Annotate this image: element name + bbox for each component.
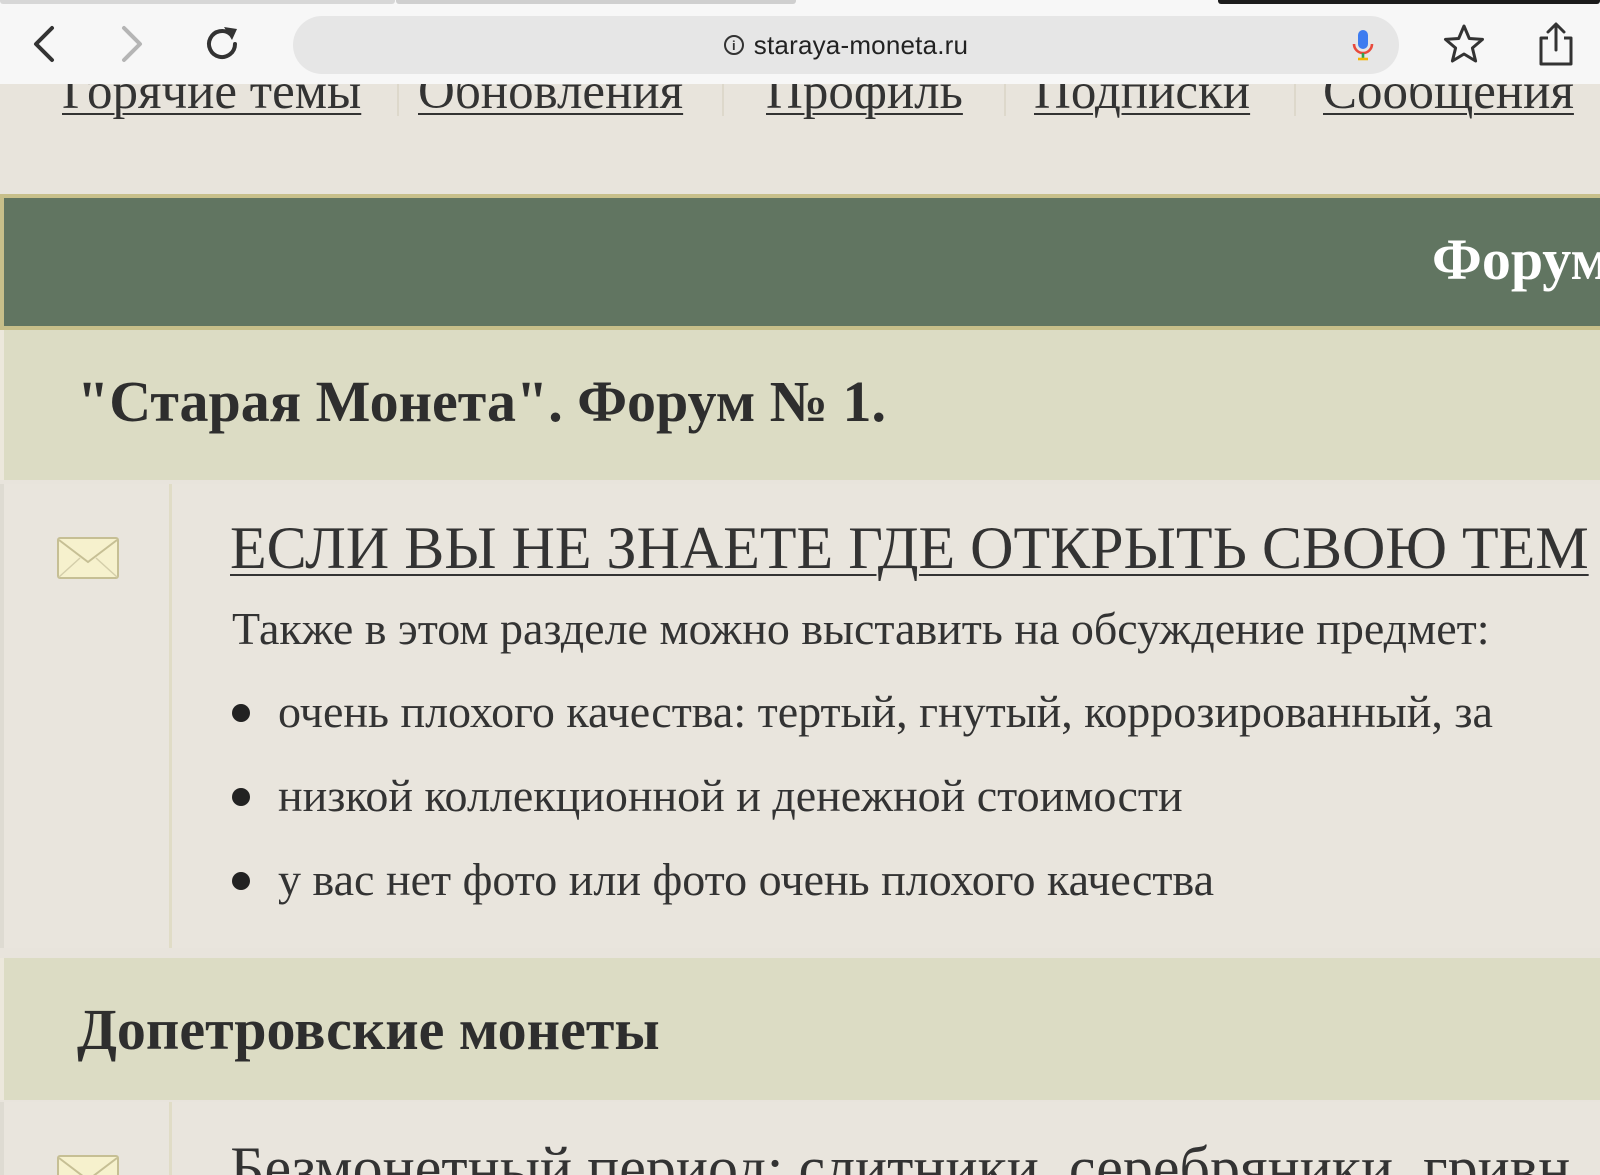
nav-separator <box>397 84 399 116</box>
info-icon[interactable]: i <box>723 35 744 55</box>
tab-indicator-active[interactable] <box>1218 0 1600 4</box>
forum-page: Горячие темы Обновления Профиль Подписки… <box>0 84 1600 1175</box>
forum-title-link[interactable]: ЕСЛИ ВЫ НЕ ЗНАЕТЕ ГДЕ ОТКРЫТЬ СВОЮ ТЕМ <box>230 514 1589 583</box>
nav-link-subscriptions[interactable]: Подписки <box>1034 84 1250 132</box>
nav-link-messages[interactable]: Сообщения <box>1323 84 1574 132</box>
nav-link-hot-topics[interactable]: Горячие темы <box>62 84 361 132</box>
forum-row: Безмонетный период: слитники, серебряник… <box>0 1102 1600 1175</box>
forum-description: Также в этом разделе можно выставить на … <box>232 603 1490 654</box>
tab-indicator[interactable] <box>0 0 395 4</box>
list-item: у вас нет фото или фото очень плохого ка… <box>230 852 1493 936</box>
list-item-text: низкой коллекционной и денежной стоимост… <box>278 770 1183 821</box>
list-item-text: очень плохого качества: тертый, гнутый, … <box>278 686 1493 737</box>
nav-separator <box>1294 84 1296 116</box>
forum-icon-cell <box>4 484 172 948</box>
forum-row: ЕСЛИ ВЫ НЕ ЗНАЕТЕ ГДЕ ОТКРЫТЬ СВОЮ ТЕМ Т… <box>0 484 1600 948</box>
share-icon <box>1539 22 1573 66</box>
forum-rules-list: очень плохого качества: тертый, гнутый, … <box>230 684 1493 936</box>
star-icon <box>1444 24 1484 63</box>
category-title: Допетровские монеты <box>77 997 660 1062</box>
list-item-text: у вас нет фото или фото очень плохого ка… <box>278 854 1214 905</box>
bookmark-button[interactable] <box>1442 22 1486 66</box>
bullet-icon <box>232 704 250 722</box>
banner-title: Форум <box>1432 227 1600 292</box>
category-title: "Старая Монета". Форум № 1. <box>77 369 887 434</box>
reload-icon <box>207 27 238 60</box>
address-bar[interactable]: i staraya-moneta.ru <box>293 16 1399 74</box>
tab-indicator[interactable] <box>396 0 796 4</box>
forward-button[interactable] <box>110 22 154 66</box>
back-button[interactable] <box>22 22 66 66</box>
list-item: низкой коллекционной и денежной стоимост… <box>230 768 1493 852</box>
forum-banner: Форум <box>0 194 1600 330</box>
browser-toolbar: i staraya-moneta.ru <box>0 0 1600 84</box>
envelope-icon <box>57 1155 119 1175</box>
forum-title-link[interactable]: Безмонетный период: слитники, серебряник… <box>230 1134 1570 1175</box>
forum-icon-cell <box>4 1102 172 1175</box>
nav-link-updates[interactable]: Обновления <box>418 84 683 132</box>
share-button[interactable] <box>1534 22 1578 66</box>
forum-nav: Горячие темы Обновления Профиль Подписки… <box>0 84 1600 162</box>
bullet-icon <box>232 788 250 806</box>
nav-link-profile[interactable]: Профиль <box>766 84 963 132</box>
nav-separator <box>722 84 724 116</box>
microphone-icon[interactable] <box>1345 27 1381 63</box>
envelope-icon <box>57 537 119 579</box>
chevron-right-icon <box>122 26 142 62</box>
reload-button[interactable] <box>200 22 244 66</box>
category-header: Допетровские монеты <box>0 958 1600 1100</box>
list-item: очень плохого качества: тертый, гнутый, … <box>230 684 1493 768</box>
bullet-icon <box>232 872 250 890</box>
nav-separator <box>1004 84 1006 116</box>
chevron-left-icon <box>34 26 54 62</box>
url-text[interactable]: staraya-moneta.ru <box>754 30 968 61</box>
category-header: "Старая Монета". Форум № 1. <box>0 330 1600 480</box>
